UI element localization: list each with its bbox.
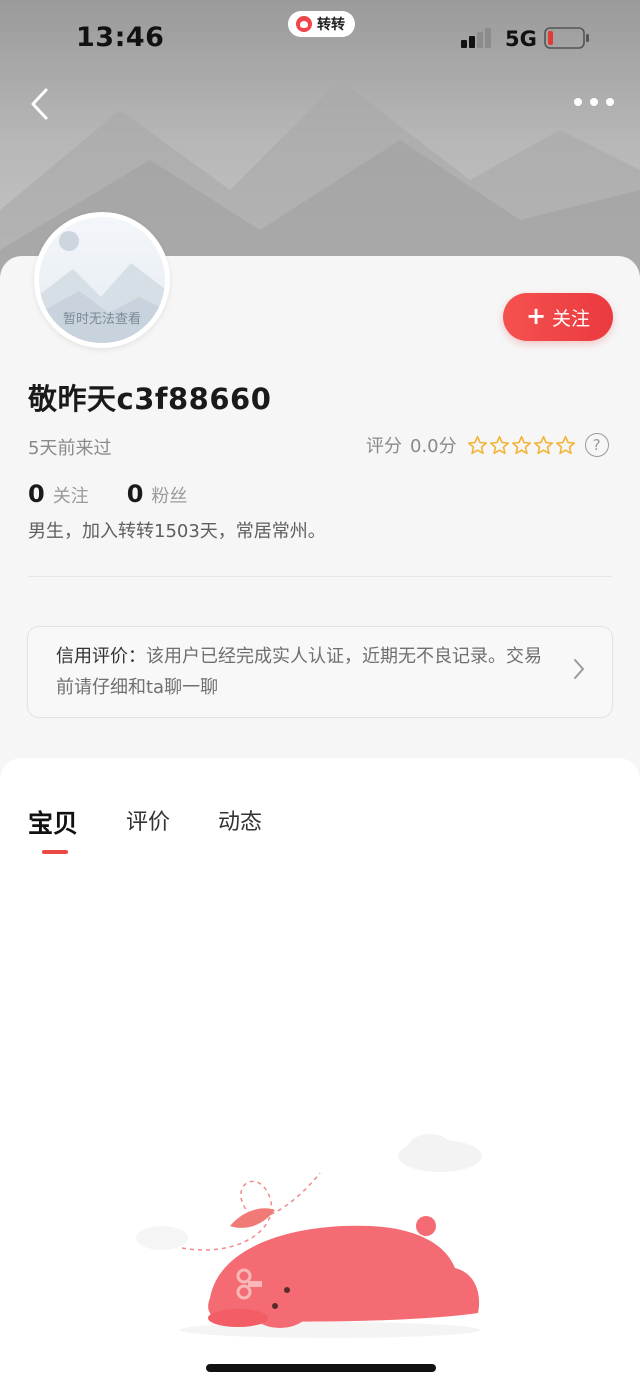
follow-stats: 0 关注 0 粉丝 [28, 480, 225, 508]
credit-evaluation-card[interactable]: 信用评价：该用户已经完成实人认证，近期无不良记录。交易前请仔细和ta聊一聊 [27, 626, 613, 718]
plus-icon: + [525, 302, 547, 330]
back-chevron-icon[interactable] [26, 86, 58, 122]
status-bar: 13:46 转转 5G [0, 0, 640, 78]
last-seen: 5天前来过 [28, 438, 112, 459]
status-time: 13:46 [76, 22, 165, 53]
rating: 评分 0.0分 ? [366, 432, 609, 458]
follow-button[interactable]: + 关注 [503, 293, 613, 341]
more-dots-icon[interactable] [572, 92, 616, 112]
star-empty-icon [467, 435, 487, 454]
star-empty-icon [533, 435, 553, 454]
star-empty-icon [511, 435, 531, 454]
zhuanzhuan-logo-icon [296, 16, 312, 32]
divider [28, 576, 612, 577]
tab-items[interactable]: 宝贝 [28, 804, 78, 840]
content-panel: 宝贝 评价 动态 [0, 758, 640, 1385]
avatar[interactable]: 暂时无法查看 [34, 212, 170, 348]
username: 敬昨天c3f88660 [28, 382, 272, 416]
home-indicator[interactable] [206, 1364, 436, 1372]
battery-icon [544, 27, 589, 49]
active-tab-indicator [42, 850, 68, 854]
chevron-right-icon [574, 659, 584, 679]
star-empty-icon [489, 435, 509, 454]
network-type: 5G [505, 27, 537, 51]
app-indicator-label: 转转 [317, 17, 345, 33]
help-question-icon[interactable]: ? [584, 433, 609, 457]
app-indicator-pill: 转转 [288, 11, 355, 37]
tab-reviews[interactable]: 评价 [126, 804, 170, 840]
following-label[interactable]: 关注 [53, 482, 89, 508]
star-empty-icon [555, 435, 575, 454]
rating-value: 0.0分 [410, 436, 457, 457]
followers-count[interactable]: 0 [127, 480, 144, 508]
signal-icon [461, 28, 491, 48]
rating-stars [467, 435, 576, 456]
avatar-unavailable-text: 暂时无法查看 [62, 312, 141, 327]
credit-evaluation-title: 信用评价： [56, 646, 146, 667]
tab-activity[interactable]: 动态 [218, 804, 262, 840]
follow-button-label: 关注 [552, 307, 591, 330]
empty-state-bear-illustration [136, 1134, 482, 1338]
following-count[interactable]: 0 [28, 480, 45, 508]
tab-bar: 宝贝 评价 动态 [28, 804, 262, 840]
rating-label: 评分 [366, 436, 402, 457]
user-bio: 男生，加入转转1503天，常居常州。 [28, 521, 326, 542]
credit-evaluation-text: 信用评价：该用户已经完成实人认证，近期无不良记录。交易前请仔细和ta聊一聊 [56, 641, 546, 703]
followers-label[interactable]: 粉丝 [151, 482, 187, 508]
avatar-placeholder-image: 暂时无法查看 [39, 217, 165, 343]
